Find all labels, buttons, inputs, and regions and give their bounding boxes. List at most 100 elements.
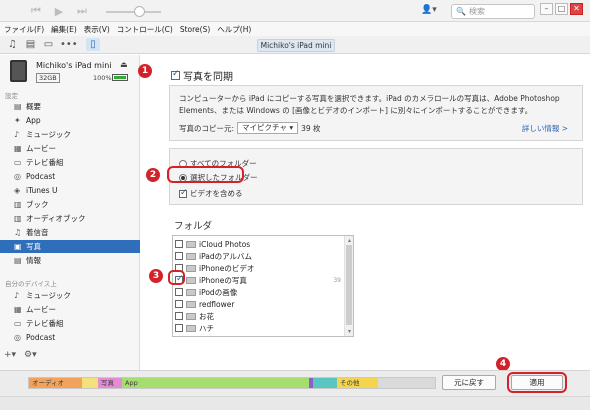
sync-photos-row[interactable]: 写真を同期	[171, 68, 233, 83]
menu-view[interactable]: 表示(V)	[84, 24, 110, 35]
ondevice-item-tv[interactable]: ▭ テレビ番組	[0, 317, 140, 330]
apply-button-highlight	[507, 372, 567, 393]
capacity-segment	[82, 378, 98, 388]
menu-file[interactable]: ファイル(F)	[4, 24, 44, 35]
summary-icon: ▤	[14, 102, 22, 111]
menu-store[interactable]: Store(S)	[180, 25, 210, 34]
device-title-tab[interactable]: Michiko's iPad mini	[257, 39, 335, 52]
sidebar-item-app[interactable]: ✦ App	[0, 114, 140, 127]
add-playlist-icon[interactable]: +▾	[4, 350, 16, 360]
volume-knob[interactable]	[134, 6, 145, 17]
include-videos-checkbox[interactable]	[179, 188, 188, 198]
folder-row[interactable]: お花	[173, 310, 345, 322]
copy-from-select[interactable]: マイピクチャ ▾	[237, 122, 299, 134]
folder-icon	[186, 324, 196, 332]
ondevice-item-music[interactable]: ♪ ミュージック	[0, 289, 140, 302]
folder-icon	[186, 276, 196, 284]
scroll-down-icon[interactable]: ▾	[345, 327, 353, 336]
film-icon: ▦	[14, 305, 22, 314]
tv-icon[interactable]: ▭	[42, 38, 55, 51]
folder-name: ハチ	[199, 323, 214, 333]
more-icon[interactable]: •••	[60, 38, 78, 51]
next-track-icon[interactable]: ⏭	[68, 1, 96, 21]
folder-row[interactable]: redflower	[173, 298, 345, 310]
folder-icon	[186, 312, 196, 320]
search-field[interactable]: 🔍 検索	[451, 4, 535, 19]
account-icon[interactable]: 👤▾	[421, 5, 441, 18]
scroll-thumb[interactable]	[346, 245, 352, 325]
include-videos-option[interactable]: ビデオを含める	[179, 188, 243, 199]
folder-row[interactable]: iPhoneのビデオ	[173, 262, 345, 274]
maximize-button[interactable]: □	[555, 3, 568, 15]
on-device-section-label: 自分のデバイス上	[5, 280, 57, 288]
scroll-up-icon[interactable]: ▴	[345, 236, 353, 245]
gear-icon[interactable]: ⚙▾	[24, 350, 37, 360]
sidebar-item-music[interactable]: ♪ ミュージック	[0, 128, 140, 141]
folder-icon	[186, 300, 196, 308]
details-link[interactable]: 詳しい情報 >	[522, 123, 568, 134]
folder-checkbox[interactable]	[175, 324, 183, 332]
photos-settings-panel: 写真を同期 コンピューターから iPad にコピーする写真を選択できます。iPa…	[141, 55, 590, 370]
folder-row[interactable]: ハチ	[173, 322, 345, 334]
eject-icon[interactable]: ⏏	[120, 60, 128, 69]
sidebar-item-photos[interactable]: ▣ 写真	[0, 240, 140, 253]
sync-photos-checkbox[interactable]	[171, 69, 180, 80]
folder-row[interactable]: iPhoneの写真 39	[173, 274, 345, 286]
sidebar-item-itunes-u[interactable]: ◈ iTunes U	[0, 184, 140, 197]
capacity-segment	[313, 378, 337, 388]
battery-icon	[112, 74, 128, 81]
menu-edit[interactable]: 編集(E)	[51, 24, 77, 35]
folder-photo-count: 39	[333, 276, 341, 284]
folder-checkbox[interactable]	[175, 300, 183, 308]
folder-row[interactable]: マイビデオ	[173, 334, 345, 337]
toolbar: ♫ ▤ ▭ ••• ▯ Michiko's iPad mini	[0, 36, 590, 54]
sidebar-item-tv[interactable]: ▭ テレビ番組	[0, 156, 140, 169]
folder-icon	[186, 240, 196, 248]
music-icon[interactable]: ♫	[6, 38, 19, 51]
itunes-window: ⏮ ▶ ⏭ 👤▾ 🔍 検索 – □ ✕ ファイル(F) 編集(E) 表示(V) …	[0, 0, 590, 410]
movies-icon[interactable]: ▤	[24, 38, 37, 51]
folder-row[interactable]: iCloud Photos	[173, 238, 345, 250]
folder-checkbox[interactable]	[175, 240, 183, 248]
app-icon: ✦	[14, 116, 21, 125]
annotation-badge-2: 2	[146, 168, 160, 182]
apple-logo-icon	[284, 2, 304, 20]
copy-from-label: 写真のコピー元:	[179, 123, 235, 133]
folder-list-scrollbar[interactable]: ▴ ▾	[344, 236, 353, 336]
photos-description: コンピューターから iPad にコピーする写真を選択できます。iPad のカメラ…	[179, 94, 560, 115]
sidebar-item-summary[interactable]: ▤ 概要	[0, 100, 140, 113]
ipad-device-icon[interactable]: ▯	[86, 38, 100, 51]
sync-photos-label: 写真を同期	[183, 72, 233, 83]
folder-name: マイビデオ	[199, 335, 237, 337]
selected-folders-highlight	[167, 166, 244, 183]
folder-checkbox[interactable]	[175, 312, 183, 320]
sidebar-item-books[interactable]: ▥ ブック	[0, 198, 140, 211]
sidebar-item-ringtones[interactable]: ♫ 着信音	[0, 226, 140, 239]
folder-checkbox[interactable]	[175, 336, 183, 337]
close-button[interactable]: ✕	[570, 3, 583, 15]
folder-row[interactable]: iPadのアルバム	[173, 250, 345, 262]
film-icon: ▦	[14, 144, 22, 153]
menu-controls[interactable]: コントロール(C)	[117, 24, 173, 35]
iphone-photos-checkbox-highlight	[168, 270, 185, 285]
copy-from-count: 39 枚	[301, 123, 321, 133]
annotation-badge-1: 1	[138, 64, 152, 78]
folder-row[interactable]: iPodの画像	[173, 286, 345, 298]
folder-checkbox[interactable]	[175, 252, 183, 260]
title-bar: ⏮ ▶ ⏭ 👤▾ 🔍 検索 – □ ✕	[0, 0, 590, 22]
menu-help[interactable]: ヘルプ(H)	[217, 24, 251, 35]
folder-checkbox[interactable]	[175, 288, 183, 296]
tv-icon: ▭	[14, 319, 22, 328]
revert-button[interactable]: 元に戻す	[442, 375, 496, 390]
sidebar-item-movies[interactable]: ▦ ムービー	[0, 142, 140, 155]
capacity-segment: App	[122, 378, 309, 388]
ondevice-item-podcast[interactable]: ◎ Podcast	[0, 331, 140, 344]
ondevice-item-movies[interactable]: ▦ ムービー	[0, 303, 140, 316]
minimize-button[interactable]: –	[540, 3, 553, 15]
info-icon: ▤	[14, 256, 22, 265]
sidebar-item-audiobooks[interactable]: ▥ オーディオブック	[0, 212, 140, 225]
folders-heading: フォルダ	[174, 221, 213, 232]
sidebar-item-info[interactable]: ▤ 情報	[0, 254, 140, 267]
sidebar-item-podcast[interactable]: ◎ Podcast	[0, 170, 140, 183]
folder-icon	[186, 288, 196, 296]
